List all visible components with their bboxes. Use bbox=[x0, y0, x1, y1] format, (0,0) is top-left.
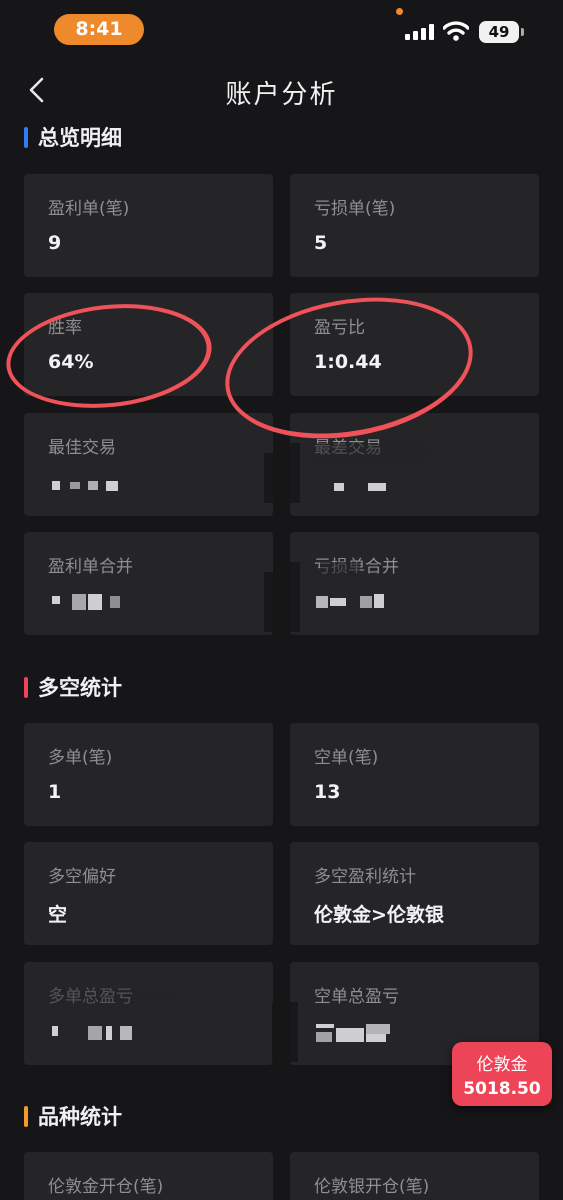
redaction-smear bbox=[320, 562, 360, 576]
stat-card-direction-profit-stats: 多空盈利统计 伦敦金>伦敦银 bbox=[290, 842, 539, 945]
stat-card-silver-opens: 伦敦银开仓(笔) bbox=[290, 1152, 539, 1200]
stat-value: 5 bbox=[314, 232, 328, 254]
stat-card-loss-orders: 亏损单(笔) 5 bbox=[290, 174, 539, 277]
stat-card-loss-merged: 亏损单合并 bbox=[282, 532, 539, 635]
stat-label: 多空偏好 bbox=[48, 867, 116, 887]
activity-dot-icon bbox=[396, 8, 403, 15]
section-marker bbox=[24, 127, 28, 148]
nav-bar: 账户分析 bbox=[0, 62, 563, 118]
price-badge-symbol: 伦敦金 bbox=[476, 1055, 528, 1075]
redaction-smear bbox=[310, 443, 430, 461]
redaction-smear bbox=[282, 562, 300, 632]
redaction-smear bbox=[264, 572, 284, 632]
section-title-overview: 总览明细 bbox=[24, 123, 122, 153]
section-marker bbox=[24, 1106, 28, 1127]
cellular-signal-icon bbox=[405, 24, 435, 40]
stat-label: 盈利单合并 bbox=[48, 557, 133, 577]
stat-label: 伦敦银开仓(笔) bbox=[314, 1177, 430, 1197]
section-title-text: 多空统计 bbox=[38, 676, 122, 700]
status-bar: 8:41 49 bbox=[0, 0, 563, 60]
battery-cap bbox=[521, 28, 524, 36]
stat-value: 伦敦金>伦敦银 bbox=[314, 904, 444, 926]
redaction-smear bbox=[44, 988, 174, 1004]
stat-label: 盈利单(笔) bbox=[48, 199, 130, 219]
stat-value: 9 bbox=[48, 232, 62, 254]
battery-icon: 49 bbox=[479, 21, 519, 43]
stat-label: 伦敦金开仓(笔) bbox=[48, 1177, 164, 1197]
section-title-variety: 品种统计 bbox=[24, 1102, 122, 1132]
stat-label: 最佳交易 bbox=[48, 438, 116, 458]
section-title-long-short: 多空统计 bbox=[24, 673, 122, 703]
stat-label: 多空盈利统计 bbox=[314, 867, 416, 887]
stat-label: 空单总盈亏 bbox=[314, 987, 399, 1007]
stat-card-long-orders: 多单(笔) 1 bbox=[24, 723, 273, 826]
page-title: 账户分析 bbox=[225, 80, 338, 110]
stat-card-gold-opens: 伦敦金开仓(笔) bbox=[24, 1152, 273, 1200]
stat-label: 亏损单(笔) bbox=[314, 199, 396, 219]
stat-card-profit-orders: 盈利单(笔) 9 bbox=[24, 174, 273, 277]
section-title-text: 品种统计 bbox=[38, 1105, 122, 1129]
redaction-smear bbox=[282, 443, 300, 503]
stat-label: 空单(笔) bbox=[314, 748, 379, 768]
redaction-smear bbox=[282, 1002, 298, 1062]
floating-price-badge[interactable]: 伦敦金 5018.50 bbox=[452, 1042, 552, 1106]
stat-value: 空 bbox=[48, 904, 68, 926]
section-title-text: 总览明细 bbox=[38, 126, 122, 150]
section-marker bbox=[24, 677, 28, 698]
stat-value: 13 bbox=[314, 781, 341, 803]
stat-value: 1 bbox=[48, 781, 62, 803]
redaction-smear bbox=[264, 453, 284, 503]
stat-card-direction-preference: 多空偏好 空 bbox=[24, 842, 273, 945]
stat-card-profit-merged: 盈利单合并 bbox=[24, 532, 284, 635]
stat-card-long-total-pnl: 多单总盈亏 bbox=[24, 962, 286, 1065]
price-badge-value: 5018.50 bbox=[463, 1079, 541, 1099]
status-time: 8:41 bbox=[54, 14, 144, 45]
stat-card-short-orders: 空单(笔) 13 bbox=[290, 723, 539, 826]
stat-label: 多单(笔) bbox=[48, 748, 113, 768]
stat-card-best-trade: 最佳交易 bbox=[24, 413, 284, 516]
wifi-icon bbox=[443, 21, 469, 41]
